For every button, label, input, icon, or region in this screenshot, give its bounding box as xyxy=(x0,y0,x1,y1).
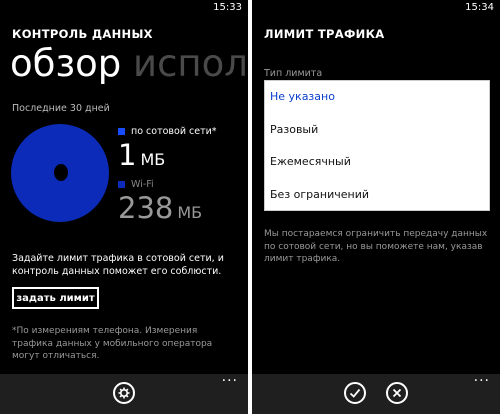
cellular-label: по сотовой сети* xyxy=(131,126,217,137)
cellular-swatch xyxy=(118,128,125,135)
more-menu[interactable]: ··· xyxy=(474,374,490,388)
limit-hint: Задайте лимит трафика в сотовой сети, и … xyxy=(12,253,224,277)
measurement-footnote: *По измерениям телефона. Измерения трафи… xyxy=(12,326,213,361)
app-bar: ··· xyxy=(252,374,500,414)
period-label: Последние 30 дней xyxy=(12,103,110,114)
wifi-amount: 238 xyxy=(118,191,174,225)
limit-type-label: Тип лимита xyxy=(264,68,323,79)
legend-cellular: по сотовой сети* 1 МБ xyxy=(118,126,217,170)
status-time: 15:33 xyxy=(213,2,242,13)
cellular-amount: 1 xyxy=(118,138,137,172)
donut-hole xyxy=(54,164,68,181)
check-icon xyxy=(349,388,361,398)
data-sense-overview-screen: 15:33 КОНТРОЛЬ ДАННЫХ обзор использ Посл… xyxy=(0,0,248,414)
option-one-time[interactable]: Разовый xyxy=(265,114,489,147)
app-bar: ··· xyxy=(0,374,248,414)
settings-button[interactable] xyxy=(113,382,135,404)
option-not-specified[interactable]: Не указано xyxy=(265,81,489,114)
gear-icon xyxy=(118,387,130,399)
limit-type-list: Не указано Разовый Ежемесячный Без огран… xyxy=(264,80,490,211)
wifi-label: Wi-Fi xyxy=(131,179,154,190)
app-title: ЛИМИТ ТРАФИКА xyxy=(264,27,385,41)
usage-donut-chart xyxy=(11,124,109,222)
limit-note: Мы постараемся ограничить передачу данны… xyxy=(264,229,488,264)
cellular-unit: МБ xyxy=(140,150,166,169)
cellular-value: 1 МБ xyxy=(118,141,217,170)
legend-wifi: Wi-Fi 238 МБ xyxy=(118,179,202,223)
wifi-unit: МБ xyxy=(177,203,203,222)
cancel-button[interactable] xyxy=(386,382,408,404)
option-unlimited[interactable]: Без ограничений xyxy=(265,179,489,212)
app-title: КОНТРОЛЬ ДАННЫХ xyxy=(12,27,153,41)
option-monthly[interactable]: Ежемесячный xyxy=(265,146,489,179)
data-limit-screen: 15:34 ЛИМИТ ТРАФИКА Тип лимита Не указан… xyxy=(252,0,500,414)
set-limit-button[interactable]: задать лимит xyxy=(12,287,99,309)
pivot-item-usage[interactable]: использ xyxy=(133,42,248,85)
status-bar: 15:33 xyxy=(0,0,248,16)
wifi-value: 238 МБ xyxy=(118,194,202,223)
close-icon xyxy=(392,388,402,398)
status-time: 15:34 xyxy=(465,2,494,13)
confirm-button[interactable] xyxy=(344,382,366,404)
pivot-header: обзор использ xyxy=(10,42,248,85)
status-bar: 15:34 xyxy=(252,0,500,16)
more-menu[interactable]: ··· xyxy=(222,374,238,388)
wifi-swatch xyxy=(118,181,125,188)
pivot-item-overview[interactable]: обзор xyxy=(10,42,121,85)
